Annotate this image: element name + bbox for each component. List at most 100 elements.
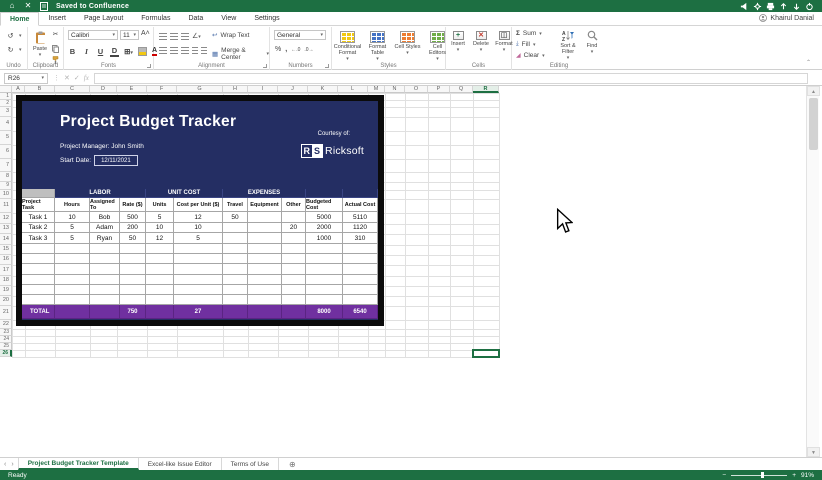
- align-top-icon[interactable]: [159, 33, 167, 40]
- cell-empty[interactable]: [55, 275, 90, 285]
- cell-empty[interactable]: [282, 295, 306, 305]
- align-bottom-icon[interactable]: [181, 33, 189, 40]
- confirm-entry-icon[interactable]: ✓: [74, 74, 80, 82]
- column-header-f[interactable]: F: [147, 86, 177, 93]
- cell-empty[interactable]: [22, 275, 55, 285]
- sheet-tab-terms-of-use[interactable]: Terms of Use: [222, 458, 279, 470]
- cell-empty[interactable]: [223, 244, 248, 254]
- cell[interactable]: [223, 233, 248, 244]
- align-center-icon[interactable]: [170, 47, 178, 54]
- column-header-j[interactable]: J: [278, 86, 308, 93]
- ribbon-tab-home[interactable]: Home: [0, 12, 39, 26]
- column-header-b[interactable]: B: [25, 86, 55, 93]
- cell-empty[interactable]: [343, 275, 378, 285]
- cell-empty[interactable]: [146, 295, 174, 305]
- zoom-slider[interactable]: [731, 475, 787, 476]
- cell-empty[interactable]: [282, 244, 306, 254]
- print-icon[interactable]: [764, 1, 777, 11]
- font-name-select[interactable]: Calibri▾: [68, 30, 118, 40]
- sort-filter-button[interactable]: AZ Sort & Filter▾: [554, 28, 582, 61]
- cell-empty[interactable]: [22, 285, 55, 295]
- fill-button[interactable]: ⤓Fill▾: [516, 41, 535, 48]
- column-header-q[interactable]: Q: [450, 86, 473, 93]
- cell[interactable]: 20: [282, 223, 306, 233]
- column-header-c[interactable]: C: [55, 86, 90, 93]
- cell-empty[interactable]: [282, 275, 306, 285]
- row-header-21[interactable]: 21: [0, 306, 12, 320]
- paste-button[interactable]: Paste ▾: [30, 29, 50, 58]
- row-header-18[interactable]: 18: [0, 276, 12, 286]
- cell-empty[interactable]: [120, 244, 146, 254]
- vertical-scrollbar[interactable]: ▲ ▼: [806, 86, 819, 457]
- column-header-p[interactable]: P: [428, 86, 450, 93]
- cell[interactable]: 50: [120, 233, 146, 244]
- zoom-in-icon[interactable]: +: [792, 472, 796, 479]
- formula-input[interactable]: [94, 73, 808, 84]
- wrap-text-button[interactable]: ↩Wrap Text: [212, 31, 249, 39]
- align-right-icon[interactable]: [181, 47, 189, 54]
- cell[interactable]: 5: [146, 212, 174, 223]
- row-header-22[interactable]: 22: [0, 320, 12, 329]
- sheet-prev-icon[interactable]: ‹: [4, 461, 6, 468]
- sheet-tab-project-budget-tracker-template[interactable]: Project Budget Tracker Template: [18, 458, 139, 470]
- cell[interactable]: 5: [55, 223, 90, 233]
- row-header-2[interactable]: 2: [0, 100, 12, 107]
- percent-style-icon[interactable]: %: [275, 46, 281, 53]
- row-header-13[interactable]: 13: [0, 224, 12, 234]
- redo-button[interactable]: ↻▾: [5, 45, 22, 55]
- cell[interactable]: [282, 233, 306, 244]
- number-format-select[interactable]: General▾: [274, 30, 326, 40]
- cell-empty[interactable]: [306, 264, 343, 275]
- cell-empty[interactable]: [223, 264, 248, 275]
- align-left-icon[interactable]: [159, 47, 167, 54]
- row-header-6[interactable]: 6: [0, 145, 12, 159]
- close-icon[interactable]: ✕: [22, 1, 34, 11]
- cell[interactable]: Bob: [90, 212, 120, 223]
- upload-icon[interactable]: [777, 1, 790, 11]
- clear-button[interactable]: ◢Clear▾: [516, 52, 545, 59]
- cell[interactable]: 50: [223, 212, 248, 223]
- cell[interactable]: 10: [146, 223, 174, 233]
- cell-empty[interactable]: [248, 264, 282, 275]
- cell-empty[interactable]: [55, 295, 90, 305]
- row-header-9[interactable]: 9: [0, 182, 12, 190]
- fill-color-icon[interactable]: [138, 47, 147, 56]
- cell[interactable]: [282, 212, 306, 223]
- increase-decimal-icon[interactable]: ←.0: [291, 47, 300, 53]
- row-header-20[interactable]: 20: [0, 296, 12, 306]
- cell-empty[interactable]: [120, 264, 146, 275]
- cell[interactable]: 5: [55, 233, 90, 244]
- row-header-16[interactable]: 16: [0, 255, 12, 265]
- comma-style-icon[interactable]: ,: [285, 46, 287, 53]
- cell[interactable]: [223, 223, 248, 233]
- cell-empty[interactable]: [306, 285, 343, 295]
- cell-empty[interactable]: [282, 285, 306, 295]
- cell[interactable]: 200: [120, 223, 146, 233]
- cell-empty[interactable]: [90, 254, 120, 264]
- cell-empty[interactable]: [174, 264, 223, 275]
- cell-empty[interactable]: [174, 254, 223, 264]
- ribbon-tab-settings[interactable]: Settings: [245, 12, 288, 25]
- cell-empty[interactable]: [223, 285, 248, 295]
- cell-empty[interactable]: [90, 275, 120, 285]
- cell[interactable]: [248, 233, 282, 244]
- collapse-ribbon-icon[interactable]: ⌃: [806, 59, 811, 66]
- announcements-icon[interactable]: [738, 1, 751, 11]
- row-header-1[interactable]: 1: [0, 93, 12, 100]
- delete-cells-button[interactable]: ✕Delete▾: [471, 29, 491, 53]
- row-header-15[interactable]: 15: [0, 245, 12, 255]
- row-header-8[interactable]: 8: [0, 172, 12, 182]
- cell-empty[interactable]: [90, 244, 120, 254]
- cell-styles-button[interactable]: Cell Styles▾: [394, 29, 421, 56]
- scroll-down-icon[interactable]: ▼: [807, 447, 820, 457]
- cell-empty[interactable]: [306, 244, 343, 254]
- cell-empty[interactable]: [223, 295, 248, 305]
- borders-icon[interactable]: ⊞▾: [124, 47, 133, 56]
- cell-name-box[interactable]: R26▾: [4, 73, 48, 84]
- cell[interactable]: 5: [174, 233, 223, 244]
- cell[interactable]: Task 1: [22, 212, 55, 223]
- cell-empty[interactable]: [248, 254, 282, 264]
- cell-empty[interactable]: [120, 285, 146, 295]
- cell[interactable]: 1000: [306, 233, 343, 244]
- row-header-24[interactable]: 24: [0, 336, 12, 343]
